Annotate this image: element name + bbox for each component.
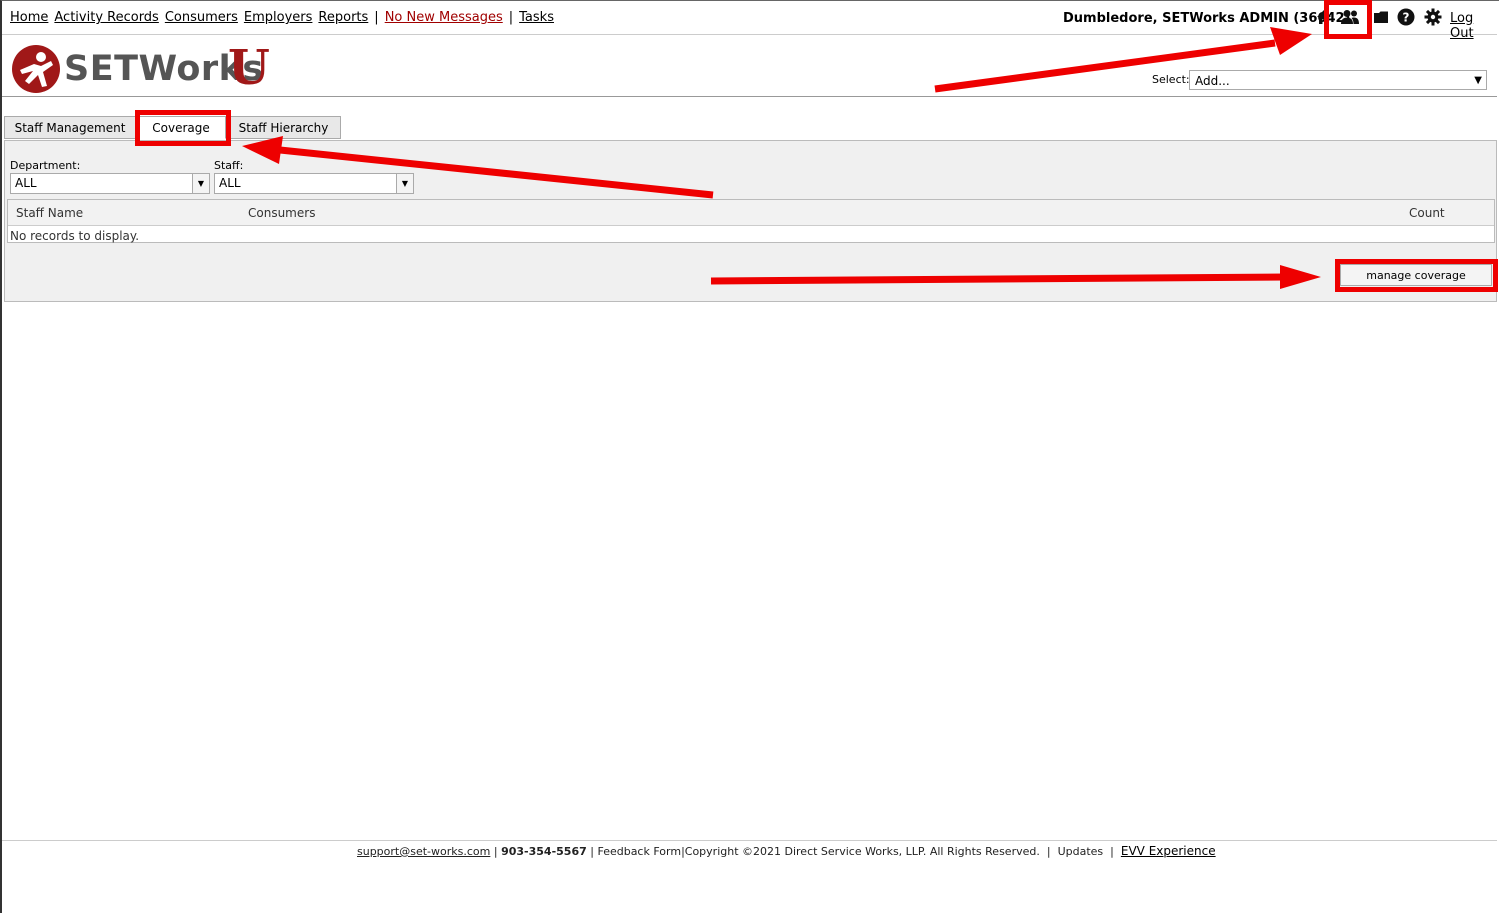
- select-label: Select:: [1152, 73, 1190, 86]
- footer-content: support@set-works.com | 903-354-5567 | F…: [357, 844, 1216, 858]
- staff-label: Staff:: [214, 159, 244, 172]
- coverage-grid: Staff Name Consumers Count No records to…: [7, 199, 1495, 243]
- user-name: Dumbledore, SETWorks ADMIN (36642): [1063, 11, 1351, 26]
- nav-separator-2: |: [508, 10, 514, 25]
- svg-text:?: ?: [1403, 11, 1410, 25]
- footer: support@set-works.com | 903-354-5567 | F…: [2, 840, 1497, 858]
- nav-messages-link[interactable]: No New Messages: [385, 10, 503, 25]
- manage-coverage-button[interactable]: manage coverage: [1340, 264, 1492, 286]
- column-staff-name[interactable]: Staff Name: [16, 206, 83, 220]
- nav-tasks-link[interactable]: Tasks: [519, 10, 554, 25]
- tab-coverage[interactable]: Coverage: [136, 116, 226, 139]
- nav-separator: |: [374, 10, 379, 25]
- staff-value: ALL: [219, 176, 241, 190]
- logo-icon: [12, 45, 60, 93]
- tab-staff-hierarchy[interactable]: Staff Hierarchy: [226, 116, 341, 139]
- nav-activity-records-link[interactable]: Activity Records: [54, 10, 158, 25]
- grid-header: Staff Name Consumers Count: [8, 200, 1494, 226]
- footer-separator: |: [1046, 845, 1051, 858]
- department-value: ALL: [15, 176, 37, 190]
- evv-experience-link[interactable]: EVV Experience: [1121, 844, 1216, 858]
- logo-letter: U: [228, 40, 270, 96]
- coverage-panel: Department: ALL ▼ Staff: ALL ▼ Staff Nam…: [4, 140, 1497, 302]
- add-select-value: Add...: [1195, 74, 1230, 88]
- home-icon[interactable]: [1314, 7, 1334, 27]
- support-email-link[interactable]: support@set-works.com: [357, 845, 490, 858]
- copyright-text: |Copyright ©2021 Direct Service Works, L…: [681, 845, 1040, 858]
- gear-icon[interactable]: [1423, 7, 1443, 27]
- help-icon[interactable]: ?: [1396, 7, 1416, 27]
- footer-separator: |: [590, 845, 594, 858]
- nav-home-link[interactable]: Home: [10, 10, 48, 25]
- column-count[interactable]: Count: [1409, 206, 1445, 220]
- folder-icon[interactable]: [1371, 7, 1391, 27]
- header-logo-area: SETWorks U Select: Add... ▼: [2, 35, 1497, 97]
- top-nav: Home Activity Records Consumers Employers Re…: [2, 1, 1497, 41]
- feedback-form-link[interactable]: Feedback Form: [597, 845, 681, 858]
- department-label: Department:: [10, 159, 81, 172]
- staff-select[interactable]: ALL ▼: [214, 173, 414, 194]
- chevron-down-icon: ▼: [1474, 75, 1482, 86]
- add-select[interactable]: Add... ▼: [1189, 70, 1487, 90]
- footer-separator: |: [493, 845, 498, 858]
- nav-reports-link[interactable]: Reports: [318, 10, 368, 25]
- nav-employers-link[interactable]: Employers: [244, 10, 313, 25]
- nav-consumers-link[interactable]: Consumers: [165, 10, 238, 25]
- support-phone: 903-354-5567: [501, 845, 587, 858]
- chevron-down-icon[interactable]: ▼: [192, 174, 209, 193]
- nav-links: Home Activity Records Consumers Employers Re…: [10, 10, 560, 25]
- tab-staff-management[interactable]: Staff Management: [4, 116, 136, 139]
- chevron-down-icon[interactable]: ▼: [396, 174, 413, 193]
- footer-separator: |: [1110, 845, 1114, 858]
- department-select[interactable]: ALL ▼: [10, 173, 210, 194]
- grid-empty-message: No records to display.: [10, 229, 140, 243]
- staff-icon[interactable]: [1340, 7, 1360, 27]
- column-consumers[interactable]: Consumers: [248, 206, 315, 220]
- updates-link[interactable]: Updates: [1058, 845, 1104, 858]
